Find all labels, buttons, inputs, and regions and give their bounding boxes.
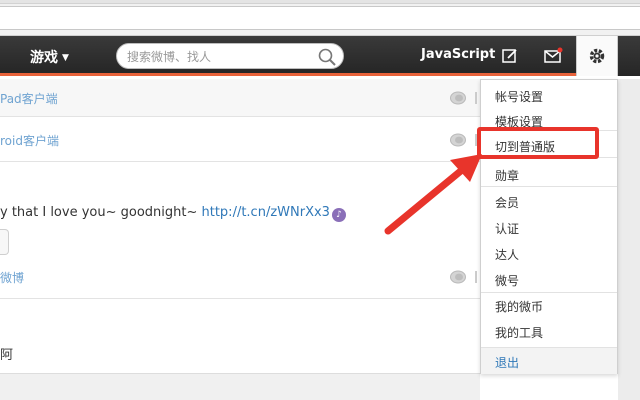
- menu-item-talent[interactable]: 达人: [495, 246, 519, 263]
- menu-item-medals[interactable]: 勋章: [495, 167, 519, 184]
- feed-item: roid客户端: [0, 118, 480, 162]
- browser-chrome: [0, 0, 640, 36]
- nav-game-label: 游戏: [30, 50, 58, 66]
- compose-button[interactable]: [498, 44, 522, 68]
- menu-item-verification[interactable]: 认证: [495, 220, 519, 237]
- feed: Pad客户端 roid客户端 y that I love you~ goodni…: [0, 79, 480, 400]
- page-gutter: [618, 79, 640, 400]
- feed-item: Pad客户端: [0, 79, 480, 117]
- source-link[interactable]: roid客户端: [0, 132, 59, 149]
- feed-footer: [0, 373, 480, 400]
- menu-item-account-settings[interactable]: 帐号设置: [495, 88, 543, 105]
- comment-bubble-icon[interactable]: [449, 270, 467, 284]
- settings-dropdown: 帐号设置 模板设置 切到普通版 勋章 会员 认证 达人 微号 我的微币 我的工具…: [480, 79, 618, 374]
- divider: [475, 92, 477, 104]
- divider: [475, 271, 477, 283]
- mail-icon: [544, 47, 563, 63]
- feed-item: y that I love you~ goodnight~ http://t.c…: [0, 163, 480, 299]
- source-link[interactable]: Pad客户端: [0, 90, 58, 107]
- settings-button[interactable]: [576, 36, 618, 76]
- source-link[interactable]: 微博: [0, 269, 24, 286]
- messages-button[interactable]: [541, 44, 565, 68]
- menu-item-logout[interactable]: 退出: [495, 354, 519, 371]
- menu-divider: [481, 292, 617, 293]
- action-button-stub[interactable]: [0, 229, 9, 255]
- annotation-highlight-box: [477, 127, 599, 159]
- top-navigation-bar: 游戏 ▼ JavaScript: [0, 36, 640, 76]
- search-box: [116, 43, 344, 69]
- nav-javascript-link[interactable]: JavaScript: [421, 47, 495, 62]
- gear-icon: [589, 48, 605, 64]
- topbar-end: [618, 36, 640, 76]
- menu-item-membership[interactable]: 会员: [495, 194, 519, 211]
- caret-down-icon: ▼: [62, 53, 69, 63]
- nav-game-menu[interactable]: 游戏 ▼: [30, 47, 69, 67]
- browser-tab-strip: [0, 0, 640, 4]
- menu-item-micro-id[interactable]: 微号: [495, 272, 519, 289]
- menu-item-tools[interactable]: 我的工具: [495, 324, 543, 341]
- menu-item-micro-coins[interactable]: 我的微币: [495, 298, 543, 315]
- search-input[interactable]: [127, 48, 317, 65]
- comment-bubble-icon[interactable]: [449, 133, 467, 147]
- post-link[interactable]: http://t.cn/zWNrXx3: [202, 205, 330, 220]
- menu-footer: 退出: [481, 347, 617, 374]
- search-icon[interactable]: [317, 47, 337, 67]
- post-text: y that I love you~ goodnight~ http://t.c…: [0, 205, 346, 222]
- edit-icon: [502, 49, 517, 63]
- comment-bubble-icon[interactable]: [449, 91, 467, 105]
- menu-divider: [481, 186, 617, 187]
- post-text: 阿: [0, 348, 14, 363]
- music-icon[interactable]: ♪: [331, 208, 346, 222]
- address-bar[interactable]: [0, 6, 640, 30]
- post-body: y that I love you~ goodnight~: [0, 205, 202, 220]
